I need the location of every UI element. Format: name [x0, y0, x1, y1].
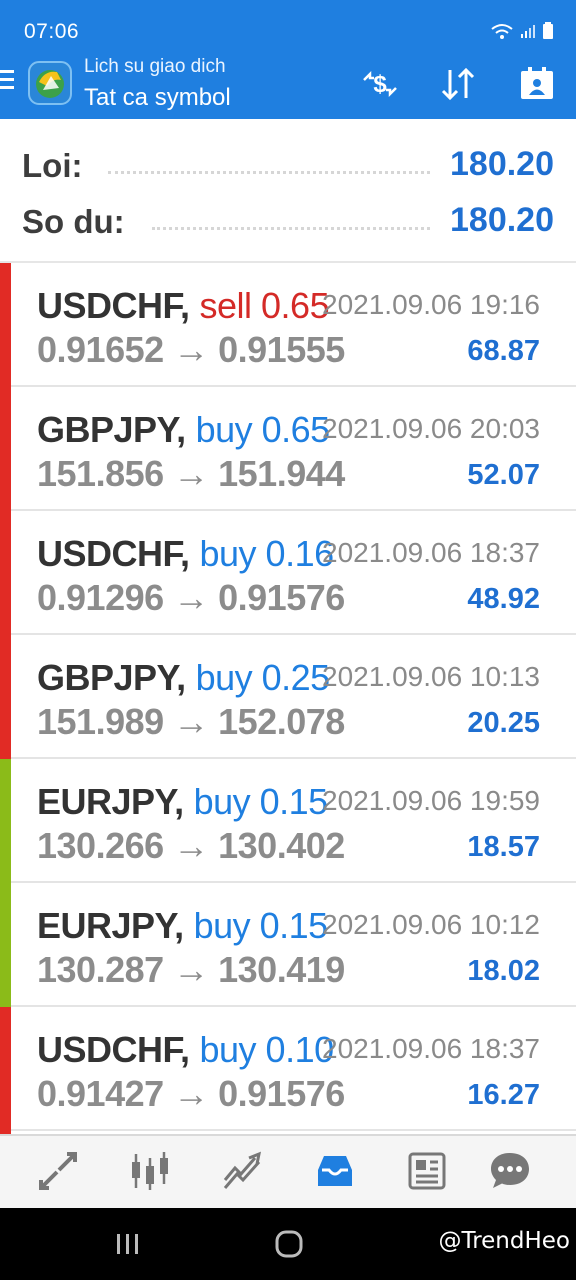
symbol-text: EURJPY, — [37, 781, 184, 822]
trade-profit: 18.02 — [467, 955, 540, 987]
app-logo-icon — [28, 61, 72, 105]
trade-prices: 0.91652 → 0.91555 — [37, 329, 345, 370]
trade-time: 2021.09.06 20:03 — [322, 413, 540, 444]
watermark-text: @TrendHeo — [438, 1228, 570, 1254]
trade-prices: 130.266 → 130.402 — [37, 825, 345, 866]
trade-result-bar — [0, 1007, 11, 1131]
summary-panel: Loi: 180.20 So du: 180.20 — [0, 119, 576, 263]
sort-icon[interactable] — [438, 64, 478, 104]
trade-type: buy 0.15 — [193, 905, 329, 946]
trade-symbol: USDCHF, sell 0.65 — [37, 285, 330, 327]
svg-text:$: $ — [373, 71, 387, 98]
status-icons — [490, 22, 554, 40]
trade-row[interactable]: GBPJPY, buy 0.65 2021.09.06 20:03 151.856… — [0, 387, 576, 511]
trade-row[interactable]: USDCHF, buy 0.16 2021.09.06 18:37 0.91296… — [0, 511, 576, 635]
trade-profit: 20.25 — [467, 707, 540, 739]
symbol-text: USDCHF, — [37, 533, 190, 574]
trade-profit: 18.57 — [467, 831, 540, 863]
trade-time: 2021.09.06 19:16 — [322, 289, 540, 320]
trade-time: 2021.09.06 10:12 — [322, 909, 540, 940]
trade-result-bar — [0, 635, 11, 759]
trade-time: 2021.09.06 18:37 — [322, 1033, 540, 1064]
balance-label: So du: — [22, 203, 125, 240]
symbol-text: GBPJPY, — [37, 657, 186, 698]
trade-time: 2021.09.06 19:59 — [322, 785, 540, 816]
trade-type: buy 0.15 — [193, 781, 329, 822]
trade-profit: 52.07 — [467, 459, 540, 491]
chat-icon[interactable] — [487, 1148, 533, 1194]
news-icon[interactable] — [404, 1148, 450, 1194]
profit-row: Loi: 180.20 — [22, 141, 554, 189]
trade-time: 2021.09.06 10:13 — [322, 661, 540, 692]
quotes-icon[interactable] — [35, 1148, 81, 1194]
profit-label: Loi: — [22, 147, 83, 184]
trade-icon[interactable] — [219, 1148, 265, 1194]
trade-row[interactable]: USDCHF, buy 0.10 2021.09.06 18:37 0.91427… — [0, 1007, 576, 1131]
trade-symbol: USDCHF, buy 0.16 — [37, 533, 334, 575]
signal-icon — [521, 25, 535, 38]
trade-prices: 130.287 → 130.419 — [37, 949, 345, 990]
bottom-nav — [0, 1134, 576, 1210]
trade-type: sell 0.65 — [199, 285, 330, 326]
trade-prices: 0.91296 → 0.91576 — [37, 577, 345, 618]
app-header: Lich su giao dich Tat ca symbol $ — [0, 50, 576, 119]
header-subtitle: Lich su giao dich — [84, 56, 226, 77]
trade-symbol: GBPJPY, buy 0.65 — [37, 409, 330, 451]
symbol-text: USDCHF, — [37, 1029, 190, 1070]
balance-row: So du: 180.20 — [22, 197, 554, 245]
trade-symbol: USDCHF, buy 0.10 — [37, 1029, 334, 1071]
trade-result-bar — [0, 883, 11, 1007]
trade-type: buy 0.16 — [199, 533, 335, 574]
trade-result-bar — [0, 263, 11, 387]
trade-row[interactable]: EURJPY, buy 0.15 2021.09.06 10:12 130.287… — [0, 883, 576, 1007]
menu-icon[interactable] — [0, 70, 14, 92]
home-icon[interactable] — [271, 1226, 307, 1262]
trade-profit: 48.92 — [467, 583, 540, 615]
trade-type: buy 0.25 — [195, 657, 331, 698]
symbol-text: USDCHF, — [37, 285, 190, 326]
header-title[interactable]: Tat ca symbol — [84, 84, 231, 112]
trade-result-bar — [0, 759, 11, 883]
wifi-icon — [491, 24, 513, 39]
trade-prices: 151.856 → 151.944 — [37, 453, 345, 494]
dotted-divider — [152, 227, 430, 230]
profit-value: 180.20 — [450, 145, 554, 183]
trade-result-bar — [0, 511, 11, 635]
deposit-withdraw-icon[interactable]: $ — [360, 64, 400, 104]
trade-type: buy 0.10 — [199, 1029, 335, 1070]
trade-result-bar — [0, 387, 11, 511]
trade-time: 2021.09.06 18:37 — [322, 537, 540, 568]
trade-symbol: EURJPY, buy 0.15 — [37, 905, 328, 947]
trade-row[interactable]: EURJPY, buy 0.15 2021.09.06 19:59 130.266… — [0, 759, 576, 883]
trade-row[interactable]: USDCHF, sell 0.65 2021.09.06 19:16 0.9165… — [0, 263, 576, 387]
status-bar: 07:06 — [0, 0, 576, 50]
report-icon[interactable] — [517, 64, 557, 104]
history-icon[interactable] — [312, 1148, 358, 1194]
trade-row[interactable]: GBPJPY, buy 0.25 2021.09.06 10:13 151.989… — [0, 635, 576, 759]
battery-icon — [543, 22, 553, 39]
balance-value: 180.20 — [450, 201, 554, 239]
chart-icon[interactable] — [127, 1148, 173, 1194]
dotted-divider — [108, 171, 430, 174]
trade-prices: 0.91427 → 0.91576 — [37, 1073, 345, 1114]
system-nav-bar: @TrendHeo — [0, 1208, 576, 1280]
trade-symbol: EURJPY, buy 0.15 — [37, 781, 328, 823]
status-time: 07:06 — [24, 20, 80, 43]
trade-symbol: GBPJPY, buy 0.25 — [37, 657, 330, 699]
symbol-text: EURJPY, — [37, 905, 184, 946]
recent-apps-icon[interactable] — [110, 1226, 146, 1262]
trade-profit: 16.27 — [467, 1079, 540, 1111]
trade-profit: 68.87 — [467, 335, 540, 367]
trade-prices: 151.989 → 152.078 — [37, 701, 345, 742]
symbol-text: GBPJPY, — [37, 409, 186, 450]
trade-type: buy 0.65 — [195, 409, 331, 450]
